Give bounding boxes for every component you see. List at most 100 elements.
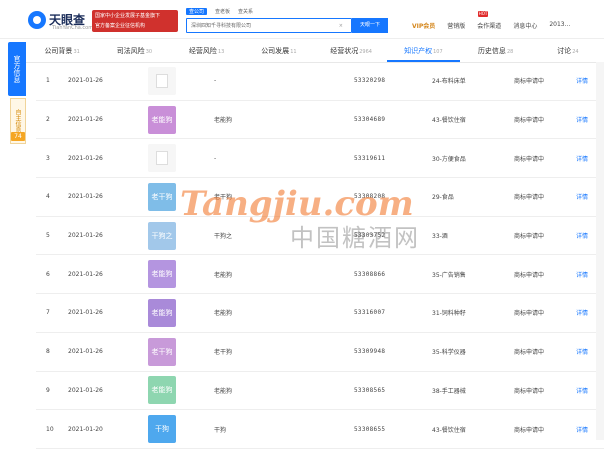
trademark-status: 商标申请中: [514, 271, 545, 279]
international-class: 31-饲料种籽: [432, 310, 466, 318]
trademark-image[interactable]: 老能狗: [148, 260, 176, 289]
detail-link[interactable]: 详情: [576, 139, 596, 177]
table-row: 9 2021-01-26 老能狗 老能狗 53308565 38-手工器械 商标申请中 详情: [36, 372, 604, 411]
registration-number: 53303752: [354, 232, 386, 240]
registration-number: 53320298: [354, 77, 386, 85]
trademark-status: 商标申请中: [514, 426, 545, 434]
header-link-messages[interactable]: 消息中心: [513, 21, 537, 30]
promo-line-1: 国家中小企业发展子基金旗下: [95, 13, 161, 19]
trademark-status: 商标申请中: [514, 310, 545, 318]
detail-link[interactable]: 详情: [576, 101, 596, 139]
application-date: 2021-01-26: [68, 116, 103, 124]
trademark-status: 商标申请中: [514, 233, 545, 241]
trademark-image[interactable]: 老能狗: [148, 105, 176, 134]
application-date: 2021-01-26: [68, 386, 103, 394]
clear-icon[interactable]: ×: [339, 19, 343, 34]
tab-count: 28: [506, 49, 514, 55]
trademark-image-cell: [144, 62, 180, 100]
detail-link[interactable]: 详情: [576, 255, 596, 293]
tab-label: 公司发展: [261, 47, 290, 55]
trademark-table: 1 2021-01-26-53320298 24-布料床单 商标申请中 详情 2 2021-…: [36, 62, 604, 449]
trademark-image[interactable]: 干狗: [148, 415, 176, 444]
tab-4[interactable]: 经营状况2964: [315, 40, 387, 62]
trademark-status: 商标申请中: [514, 117, 545, 125]
application-date: 2021-01-26: [68, 232, 103, 240]
search-type-tabs: 查公司 查老板 查关系: [186, 8, 253, 15]
detail-link[interactable]: 详情: [576, 217, 596, 255]
tab-count: 2964: [359, 49, 372, 55]
trademark-status: 商标申请中: [514, 349, 545, 357]
tab-label: 讨论: [557, 47, 572, 55]
search-tab-boss[interactable]: 查老板: [215, 8, 230, 15]
application-date: 2021-01-26: [68, 309, 103, 317]
tab-0[interactable]: 公司背景31: [26, 40, 98, 62]
scrollbar[interactable]: [596, 62, 604, 440]
side-tab-official-info[interactable]: 官方信息: [8, 42, 26, 96]
tab-count: 11: [290, 49, 297, 55]
international-class: 24-布料床单: [432, 78, 466, 86]
search-input[interactable]: 深圳四知千寻科技有限公司 ×: [186, 18, 352, 33]
application-date: 2021-01-20: [68, 425, 103, 433]
registration-number: 53309948: [354, 348, 386, 356]
tab-6[interactable]: 历史信息28: [460, 40, 532, 62]
trademark-status: 商标申请中: [514, 78, 545, 86]
trademark-image[interactable]: 干狗之: [148, 221, 176, 250]
international-class: 33-酒: [432, 233, 448, 241]
search-button[interactable]: 天眼一下: [352, 18, 388, 33]
tab-count: 31: [73, 49, 80, 55]
search-tab-company[interactable]: 查公司: [186, 8, 208, 15]
no-image-icon[interactable]: [148, 66, 176, 95]
trademark-name: 老能狗: [214, 271, 233, 279]
promo-banner[interactable]: 国家中小企业发展子基金旗下 官方备案企业征信机构: [92, 10, 178, 32]
row-index: 2: [46, 116, 50, 124]
registration-number: 53308655: [354, 425, 386, 433]
detail-link[interactable]: 详情: [576, 333, 596, 371]
logo-eye-icon: [28, 11, 46, 29]
row-index: 7: [46, 309, 50, 317]
international-class: 38-手工器械: [432, 387, 466, 395]
detail-link[interactable]: 详情: [576, 372, 596, 410]
no-image-icon[interactable]: [148, 144, 176, 173]
trademark-image[interactable]: 老干狗: [148, 182, 176, 211]
detail-link[interactable]: 详情: [576, 178, 596, 216]
trademark-image[interactable]: 老干狗: [148, 337, 176, 366]
international-class: 30-方便食品: [432, 155, 466, 163]
tab-1[interactable]: 司法风险30: [98, 40, 170, 62]
trademark-name: 干狗: [214, 426, 227, 434]
site-logo[interactable]: 天眼查 TianYanCha.com: [28, 10, 100, 31]
application-date: 2021-01-26: [68, 154, 103, 162]
registration-number: 53319611: [354, 154, 386, 162]
international-class: 35-广告销售: [432, 271, 466, 279]
trademark-image[interactable]: 老能狗: [148, 376, 176, 405]
row-index: 5: [46, 232, 50, 240]
trademark-name: 干狗之: [214, 233, 233, 241]
registration-number: 53308208: [354, 193, 386, 201]
detail-link[interactable]: 详情: [576, 294, 596, 332]
trademark-image-cell: 老能狗: [144, 101, 180, 139]
table-row: 8 2021-01-26 老干狗 老干狗 53309948 35-科学仪器 商标申请中 详情: [36, 333, 604, 372]
detail-link[interactable]: 详情: [576, 62, 596, 100]
tab-2[interactable]: 经营风险13: [171, 40, 243, 62]
header-link-cooperation[interactable]: 会作渠道: [477, 21, 501, 30]
tab-5[interactable]: 知识产权107: [387, 40, 460, 62]
international-class: 35-科学仪器: [432, 349, 466, 357]
hot-badge: HOT: [478, 11, 488, 17]
application-date: 2021-01-26: [68, 270, 103, 278]
search-tab-relation[interactable]: 查关系: [238, 8, 253, 15]
registration-number: 53308565: [354, 386, 386, 394]
registration-number: 53304689: [354, 116, 386, 124]
vip-link[interactable]: VIP会员: [412, 21, 435, 30]
trademark-image[interactable]: 老能狗: [148, 298, 176, 327]
tab-7[interactable]: 讨论24: [532, 40, 604, 62]
promo-line-2: 官方备案企业征信机构: [95, 23, 146, 29]
tab-3[interactable]: 公司发展11: [243, 40, 315, 62]
header-links: VIP会员 营销版 会作渠道 消息中心 2013...: [412, 21, 570, 30]
table-row: 7 2021-01-26 老能狗 老能狗 53316007 31-饲料种籽 商标申请中 详情: [36, 294, 604, 333]
row-index: 8: [46, 348, 50, 356]
header-link-user[interactable]: 2013...: [549, 21, 570, 30]
detail-link[interactable]: 详情: [576, 410, 596, 448]
section-tabs: 公司背景31 司法风险30 经营风险13 公司发展11 经营状况2964 知识产权107 历…: [26, 40, 604, 63]
row-index: 3: [46, 154, 50, 162]
header-link-marketing[interactable]: 营销版: [447, 21, 465, 30]
trademark-name: 老干狗: [214, 194, 233, 202]
